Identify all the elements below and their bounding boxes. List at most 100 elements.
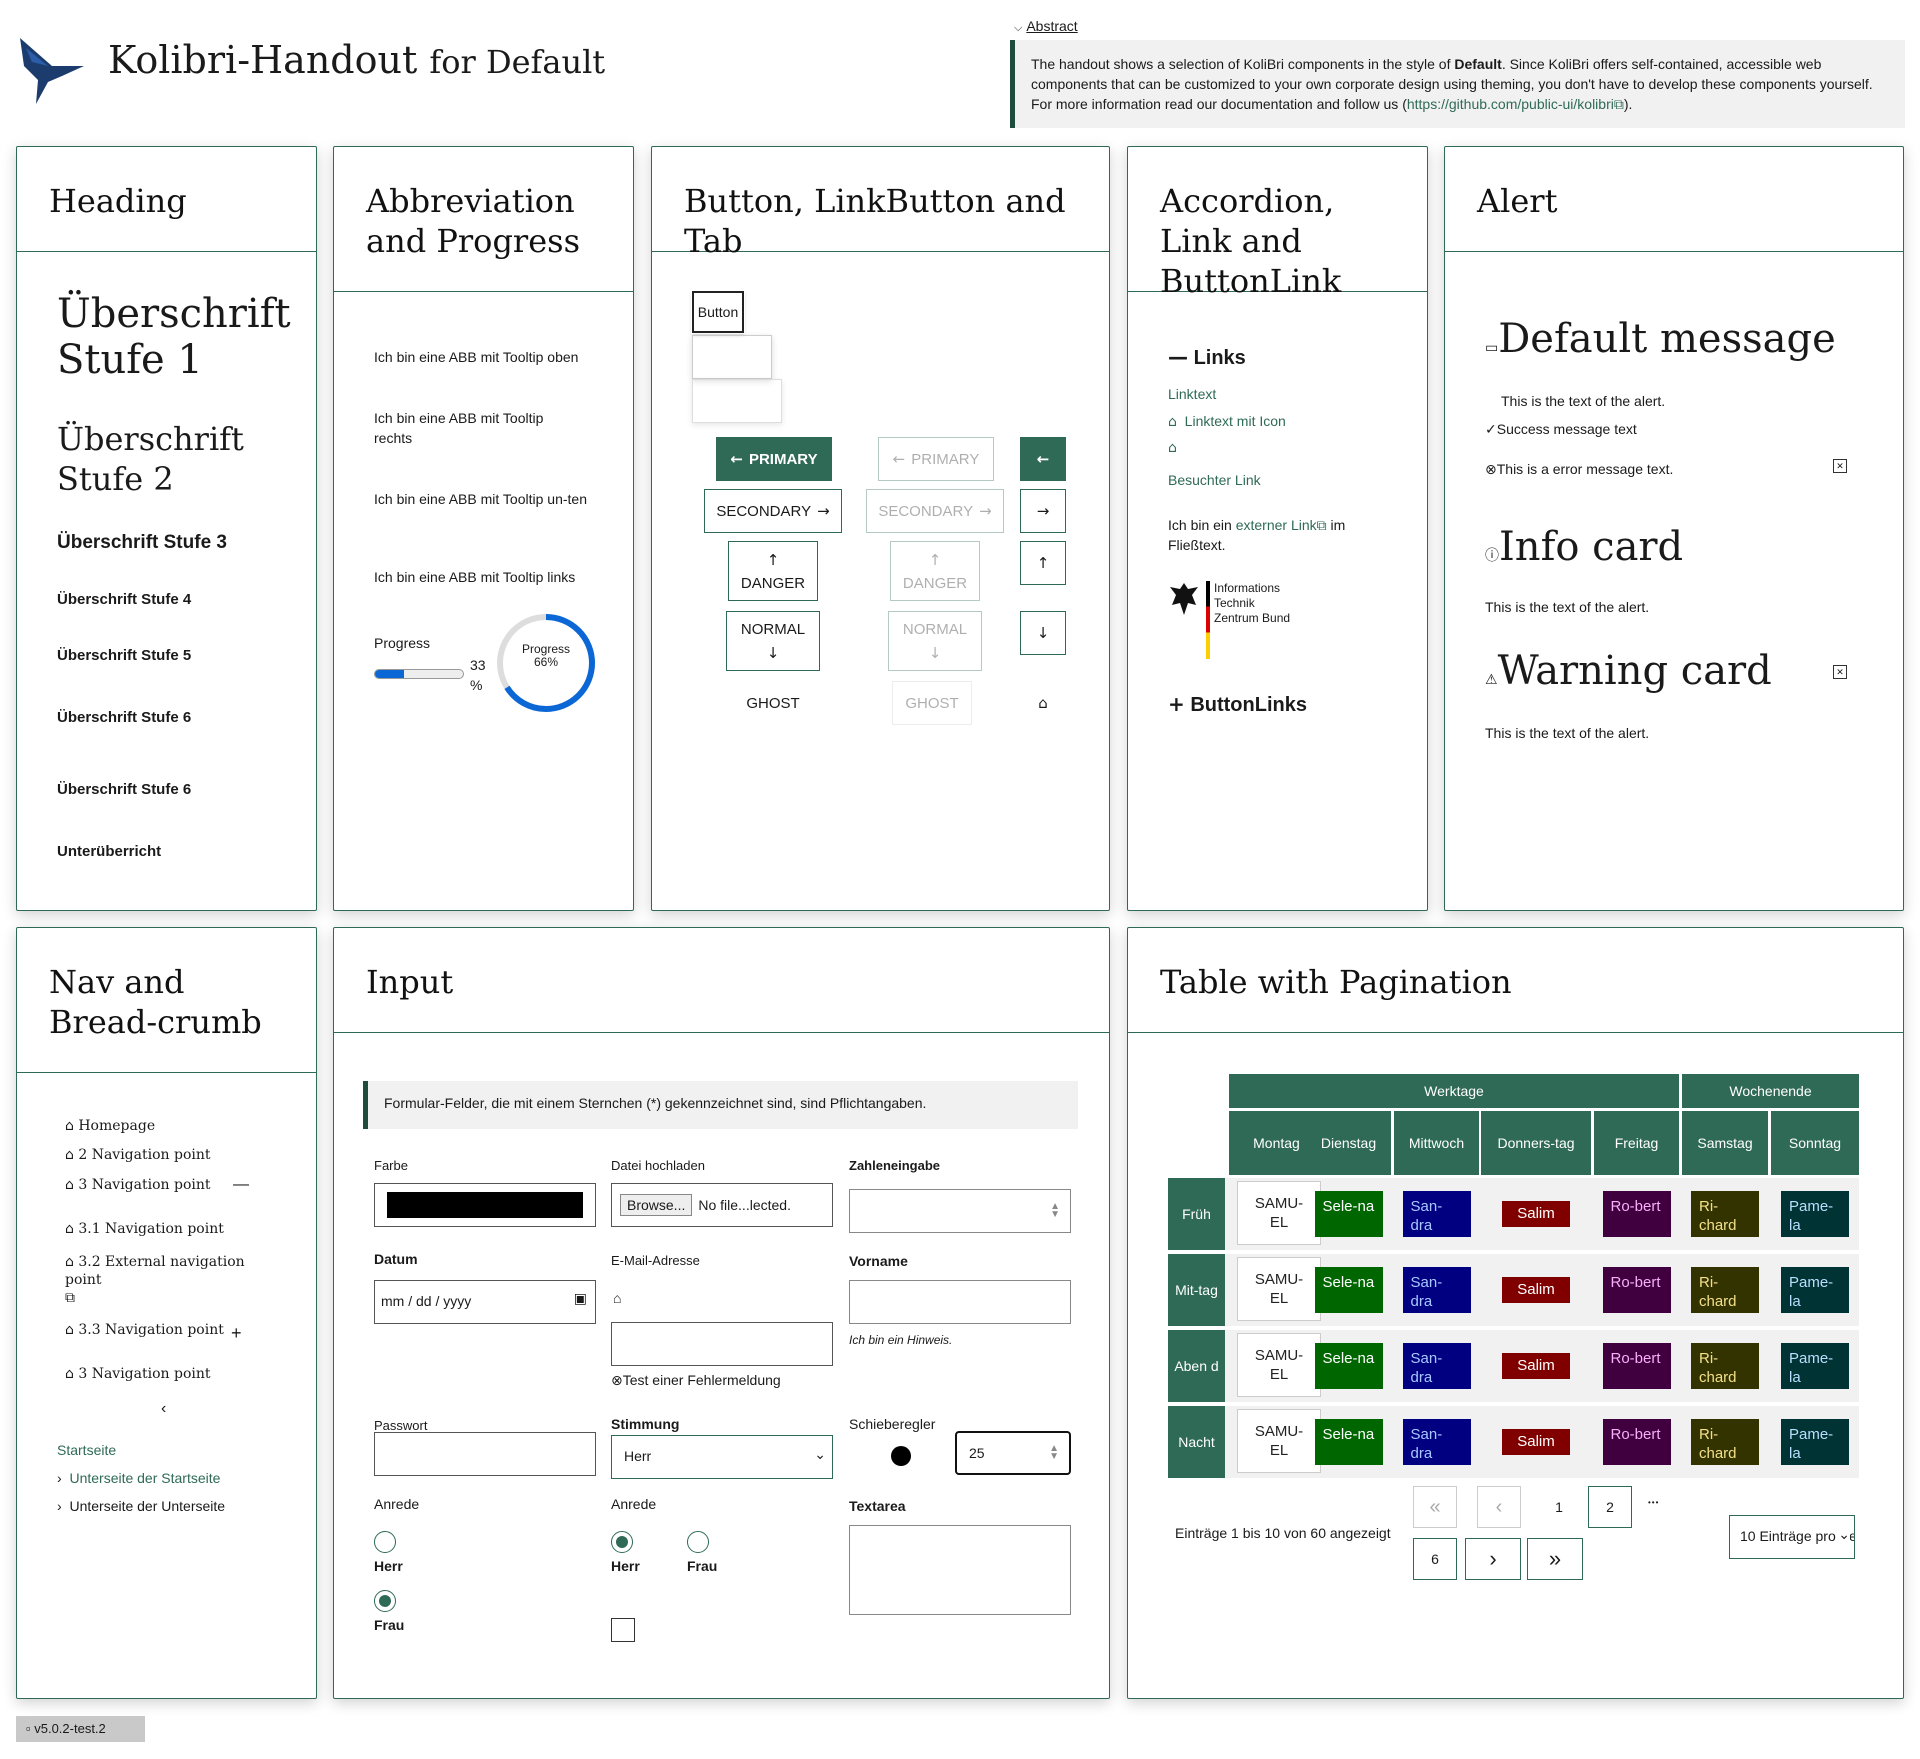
expand-icon[interactable]: + (231, 1323, 242, 1344)
normal-button-disabled[interactable]: NORMAL ↓ (888, 611, 982, 671)
arrow-down-icon: ↓ (766, 643, 780, 662)
inline-link-text: Ich bin ein externer Link⧉ im Fließtext. (1168, 517, 1346, 553)
visited-link[interactable]: Besuchter Link (1168, 472, 1261, 488)
email-label: E-Mail-Adresse (611, 1253, 700, 1268)
accordion-links-toggle[interactable]: — Links (1168, 345, 1246, 370)
mood-select[interactable]: Herr ⌄ (611, 1435, 833, 1479)
secondary-icon-button[interactable]: → (1020, 489, 1066, 533)
secondary-button[interactable]: SECONDARY → (704, 489, 842, 533)
table-cell: Ri-chard (1691, 1191, 1759, 1237)
table-cell: Ri-chard (1691, 1343, 1759, 1389)
firstname-input[interactable] (849, 1280, 1071, 1324)
heading-2: Überschrift Stufe 2 (57, 420, 244, 498)
page-size-select[interactable]: 10 Einträge pro Seite⌄ (1729, 1515, 1855, 1559)
spinner-icon[interactable]: ▲ ▼ (1049, 1444, 1059, 1462)
nav-item-2[interactable]: ⌂ 2 Navigation point (65, 1147, 211, 1163)
chevron-left-icon[interactable]: ‹ (161, 1400, 166, 1418)
abbr-right[interactable]: Ich bin eine ABB mit Tooltip rechts (374, 408, 574, 448)
warning-icon: ⚠ (1485, 672, 1498, 688)
danger-icon-button[interactable]: ↑ (1020, 541, 1066, 585)
abbr-bottom[interactable]: Ich bin eine ABB mit Tooltip un-ten (374, 489, 594, 509)
progress-value: 33% (470, 657, 486, 693)
radio-herr-2-label: Herr (611, 1558, 640, 1574)
link-text[interactable]: Linktext (1168, 386, 1216, 402)
empty-button[interactable] (692, 379, 782, 423)
textarea-input[interactable] (849, 1525, 1071, 1615)
secondary-button-disabled[interactable]: SECONDARY → (866, 489, 1004, 533)
card-title: Heading (49, 182, 187, 220)
date-input[interactable]: mm / dd / yyyy ▣ (374, 1280, 596, 1324)
column-header: Samstag (1682, 1111, 1768, 1175)
radio-frau-2[interactable] (687, 1531, 709, 1553)
normal-button[interactable]: NORMAL ↓ (726, 611, 820, 671)
radio-frau-2-label: Frau (687, 1558, 718, 1574)
page-prev-button[interactable]: ‹ (1477, 1486, 1521, 1528)
table-cell: Pame-la (1781, 1267, 1849, 1313)
close-icon[interactable]: ✕ (1833, 665, 1847, 679)
table-cell: Sele-na (1314, 1191, 1383, 1237)
upload-label: Datei hochladen (611, 1158, 705, 1173)
ghost-icon-button[interactable]: ⌂ (1020, 681, 1066, 725)
file-input[interactable]: Browse... No file...lected. (611, 1183, 833, 1227)
plain-button[interactable]: Button (692, 291, 744, 333)
arrow-down-icon: ↓ (1036, 624, 1050, 642)
nav-item-3[interactable]: ⌂ 3 Navigation point (65, 1177, 211, 1193)
spinner-icon[interactable]: ▲ ▼ (1050, 1202, 1060, 1220)
arrow-left-icon: ← (730, 450, 743, 468)
primary-button[interactable]: ← PRIMARY (716, 437, 832, 481)
empty-button[interactable] (692, 335, 772, 379)
link-with-icon[interactable]: ⌂ Linktext mit Icon (1168, 413, 1286, 430)
abbr-left[interactable]: Ich bin eine ABB mit Tooltip links (374, 569, 614, 585)
browse-button[interactable]: Browse... (620, 1194, 693, 1216)
radio-herr-2[interactable] (611, 1531, 633, 1553)
slider-thumb[interactable] (891, 1446, 911, 1466)
breadcrumb-item[interactable]: › Unterseite der Startseite (57, 1470, 220, 1486)
external-link[interactable]: externer Link (1236, 517, 1317, 533)
page-first-button[interactable]: « (1413, 1486, 1457, 1528)
danger-button-disabled[interactable]: ↑ DANGER (890, 541, 980, 601)
email-input[interactable] (611, 1322, 833, 1366)
nav-item-3-1[interactable]: ⌂ 3.1 Navigation point (65, 1221, 224, 1237)
checkbox[interactable] (611, 1618, 635, 1642)
page-button-1[interactable]: 1 (1537, 1486, 1581, 1528)
ghost-button-disabled[interactable]: GHOST (892, 681, 972, 725)
chevron-down-icon: ⌵ (1014, 21, 1023, 34)
home-icon: ⌂ (1038, 694, 1048, 712)
arrow-left-icon: ← (892, 450, 906, 468)
accordion-buttonlinks-toggle[interactable]: + ButtonLinks (1168, 692, 1307, 717)
password-input[interactable] (374, 1432, 596, 1476)
abstract-link[interactable]: https://github.com/public-ui/kolibri (1407, 96, 1614, 112)
slider-number-input[interactable]: 25 ▲ ▼ (955, 1431, 1071, 1475)
close-icon[interactable]: ✕ (1833, 459, 1847, 473)
nav-card: Nav and Bread-crumb ⌂ Homepage ⌂ 2 Navig… (16, 927, 317, 1699)
abstract-toggle[interactable]: ⌵ Abstract (1014, 18, 1078, 35)
page-button-6[interactable]: 6 (1413, 1538, 1457, 1580)
collapse-icon[interactable]: — (233, 1176, 249, 1194)
card-header: Table with Pagination (1128, 928, 1903, 1033)
ghost-button[interactable]: GHOST (728, 681, 818, 725)
nav-item-3-2[interactable]: ⌂ 3.2 External navigation point ⧉ (65, 1253, 255, 1307)
radio-frau[interactable] (374, 1590, 396, 1612)
nav-item-homepage[interactable]: ⌂ Homepage (65, 1118, 155, 1134)
color-input[interactable] (374, 1183, 596, 1227)
normal-icon-button[interactable]: ↓ (1020, 611, 1066, 655)
calendar-icon[interactable]: ▣ (574, 1291, 587, 1307)
nav-item-3-b[interactable]: ⌂ 3 Navigation point (65, 1366, 211, 1382)
number-input[interactable]: ▲ ▼ (849, 1189, 1071, 1233)
abbr-top[interactable]: Ich bin eine ABB mit Tooltip oben (374, 349, 614, 365)
page-last-button[interactable]: » (1527, 1538, 1583, 1580)
page-next-button[interactable]: › (1465, 1538, 1521, 1580)
breadcrumb-start[interactable]: Startseite (57, 1442, 116, 1458)
page-button-2[interactable]: 2 (1588, 1486, 1632, 1528)
danger-button[interactable]: ↑ DANGER (728, 541, 818, 601)
primary-icon-button[interactable]: ← (1020, 437, 1066, 481)
card-header: Button, LinkButton and Tab (652, 147, 1109, 260)
primary-button-disabled[interactable]: ← PRIMARY (878, 437, 994, 481)
itzbund-logo[interactable]: Informations Technik Zentrum Bund (1168, 581, 1308, 661)
nav-item-3-3[interactable]: ⌂ 3.3 Navigation point (65, 1322, 224, 1338)
table-cell: Salim (1502, 1201, 1570, 1227)
heading-6-b: Überschrift Stufe 6 (57, 781, 192, 798)
home-icon-link[interactable]: ⌂ (1168, 439, 1177, 456)
table-cell: Ro-bert (1602, 1191, 1671, 1237)
radio-herr[interactable] (374, 1531, 396, 1553)
